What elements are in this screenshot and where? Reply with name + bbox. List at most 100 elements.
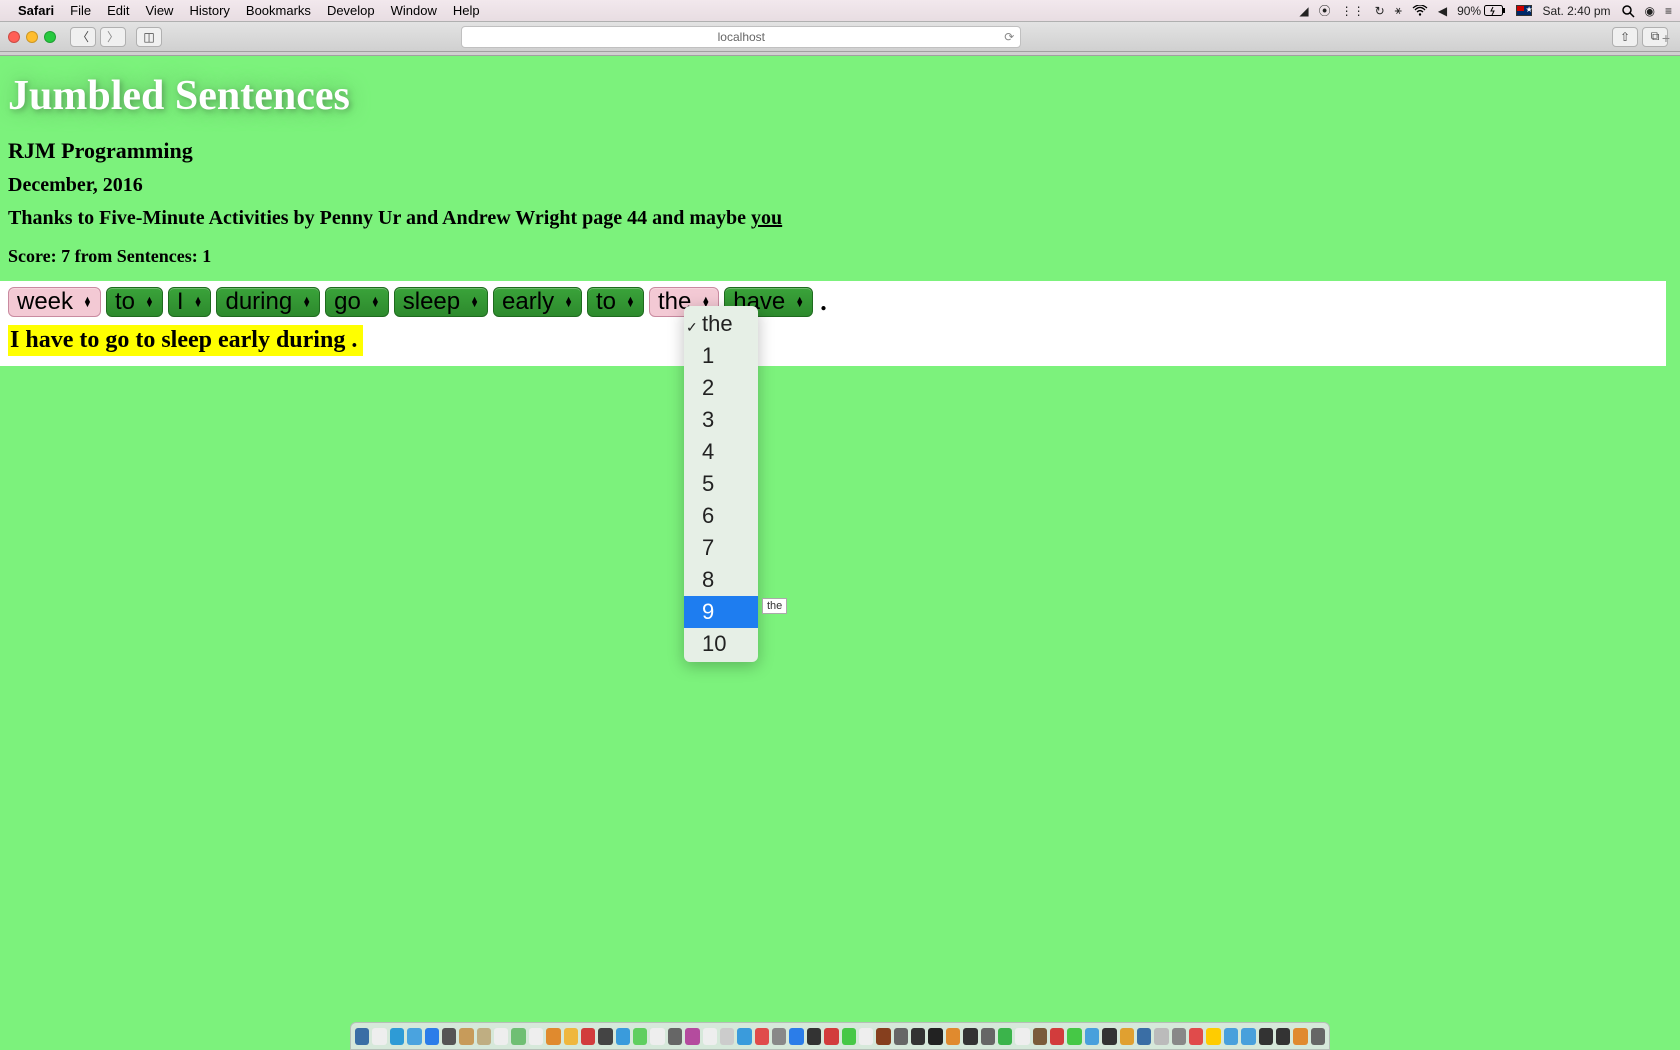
- thanks-you-link[interactable]: you: [751, 207, 782, 229]
- dropdown-option[interactable]: 3: [684, 404, 758, 436]
- volume-icon[interactable]: ◀: [1438, 4, 1447, 18]
- dock-app-icon[interactable]: [1224, 1028, 1238, 1045]
- dock[interactable]: [350, 1022, 1330, 1050]
- menuextra-icon[interactable]: ◉: [1645, 4, 1655, 18]
- dock-app-icon[interactable]: [998, 1028, 1012, 1045]
- dock-app-icon[interactable]: [807, 1028, 821, 1045]
- dock-app-icon[interactable]: [1137, 1028, 1151, 1045]
- word-select-4[interactable]: go▲▼: [325, 287, 389, 317]
- minimize-window-button[interactable]: [26, 31, 38, 43]
- dock-app-icon[interactable]: [407, 1028, 421, 1045]
- word-select-5[interactable]: sleep▲▼: [394, 287, 488, 317]
- dock-app-icon[interactable]: [1067, 1028, 1081, 1045]
- dropdown-option[interactable]: 5: [684, 468, 758, 500]
- dock-app-icon[interactable]: [459, 1028, 473, 1045]
- reload-icon[interactable]: ⟳: [1004, 30, 1014, 44]
- menu-history[interactable]: History: [189, 3, 229, 18]
- dock-app-icon[interactable]: [650, 1028, 664, 1045]
- dock-app-icon[interactable]: [546, 1028, 560, 1045]
- sidebar-button[interactable]: ◫: [136, 27, 162, 47]
- dock-app-icon[interactable]: [390, 1028, 404, 1045]
- back-button[interactable]: 〈: [70, 27, 96, 47]
- word-select-0[interactable]: week▲▼: [8, 287, 101, 317]
- dock-app-icon[interactable]: [494, 1028, 508, 1045]
- vertical-scrollbar[interactable]: [1666, 56, 1680, 1050]
- dock-app-icon[interactable]: [1293, 1028, 1307, 1045]
- bluetooth-icon[interactable]: ⚹: [1395, 3, 1402, 18]
- new-tab-button[interactable]: +: [1654, 30, 1678, 46]
- dock-app-icon[interactable]: [442, 1028, 456, 1045]
- input-source-flag-icon[interactable]: [1516, 5, 1532, 16]
- forward-button[interactable]: 〉: [100, 27, 126, 47]
- menu-bookmarks[interactable]: Bookmarks: [246, 3, 311, 18]
- dock-app-icon[interactable]: [928, 1028, 942, 1045]
- word-select-2[interactable]: I▲▼: [168, 287, 212, 317]
- dock-app-icon[interactable]: [720, 1028, 734, 1045]
- dock-app-icon[interactable]: [425, 1028, 439, 1045]
- dock-app-icon[interactable]: [1172, 1028, 1186, 1045]
- word-select-1[interactable]: to▲▼: [106, 287, 163, 317]
- dock-app-icon[interactable]: [564, 1028, 578, 1045]
- dock-app-icon[interactable]: [703, 1028, 717, 1045]
- word-select-7[interactable]: to▲▼: [587, 287, 644, 317]
- menu-window[interactable]: Window: [391, 3, 437, 18]
- dock-app-icon[interactable]: [598, 1028, 612, 1045]
- dock-app-icon[interactable]: [859, 1028, 873, 1045]
- dock-app-icon[interactable]: [1259, 1028, 1273, 1045]
- dock-app-icon[interactable]: [789, 1028, 803, 1045]
- clock[interactable]: Sat. 2:40 pm: [1542, 4, 1610, 18]
- close-window-button[interactable]: [8, 31, 20, 43]
- dock-app-icon[interactable]: [1311, 1028, 1325, 1045]
- menu-file[interactable]: File: [70, 3, 91, 18]
- dropdown-option[interactable]: 2: [684, 372, 758, 404]
- dock-app-icon[interactable]: [581, 1028, 595, 1045]
- dock-app-icon[interactable]: [772, 1028, 786, 1045]
- dock-app-icon[interactable]: [963, 1028, 977, 1045]
- address-bar[interactable]: localhost ⟳: [461, 26, 1021, 48]
- menuextra-icon[interactable]: ⦿: [1319, 2, 1331, 19]
- wifi-icon[interactable]: [1412, 5, 1428, 17]
- dock-app-icon[interactable]: [616, 1028, 630, 1045]
- dock-app-icon[interactable]: [1050, 1028, 1064, 1045]
- dock-app-icon[interactable]: [946, 1028, 960, 1045]
- notifications-icon[interactable]: ≡: [1665, 4, 1672, 18]
- dock-app-icon[interactable]: [372, 1028, 386, 1045]
- dock-app-icon[interactable]: [1120, 1028, 1134, 1045]
- dock-app-icon[interactable]: [633, 1028, 647, 1045]
- dock-app-icon[interactable]: [824, 1028, 838, 1045]
- dock-app-icon[interactable]: [1276, 1028, 1290, 1045]
- dock-app-icon[interactable]: [529, 1028, 543, 1045]
- dropdown-option[interactable]: 1: [684, 340, 758, 372]
- menuextra-icon[interactable]: ⋮⋮: [1341, 4, 1365, 18]
- dock-app-icon[interactable]: [1241, 1028, 1255, 1045]
- timemachine-icon[interactable]: ↻: [1375, 4, 1385, 18]
- dock-app-icon[interactable]: [1033, 1028, 1047, 1045]
- dock-app-icon[interactable]: [1015, 1028, 1029, 1045]
- dock-app-icon[interactable]: [1154, 1028, 1168, 1045]
- menu-view[interactable]: View: [146, 3, 174, 18]
- dropdown-option[interactable]: 10: [684, 628, 758, 660]
- word-select-3[interactable]: during▲▼: [216, 287, 320, 317]
- dropdown-option[interactable]: the: [684, 308, 758, 340]
- dropdown-option[interactable]: 8: [684, 564, 758, 596]
- dock-app-icon[interactable]: [477, 1028, 491, 1045]
- menu-app[interactable]: Safari: [18, 3, 54, 18]
- word-position-dropdown[interactable]: the12345678910: [684, 306, 758, 662]
- dock-app-icon[interactable]: [1206, 1028, 1220, 1045]
- menu-develop[interactable]: Develop: [327, 3, 375, 18]
- dock-app-icon[interactable]: [842, 1028, 856, 1045]
- dock-app-icon[interactable]: [511, 1028, 525, 1045]
- dock-app-icon[interactable]: [755, 1028, 769, 1045]
- dock-app-icon[interactable]: [685, 1028, 699, 1045]
- spotlight-icon[interactable]: [1621, 4, 1635, 18]
- dropdown-option[interactable]: 9: [684, 596, 758, 628]
- share-button[interactable]: ⇧: [1612, 27, 1638, 47]
- dock-app-icon[interactable]: [876, 1028, 890, 1045]
- dock-app-icon[interactable]: [911, 1028, 925, 1045]
- dock-app-icon[interactable]: [894, 1028, 908, 1045]
- dock-app-icon[interactable]: [737, 1028, 751, 1045]
- dock-app-icon[interactable]: [355, 1028, 369, 1045]
- word-select-6[interactable]: early▲▼: [493, 287, 582, 317]
- zoom-window-button[interactable]: [44, 31, 56, 43]
- dock-app-icon[interactable]: [1085, 1028, 1099, 1045]
